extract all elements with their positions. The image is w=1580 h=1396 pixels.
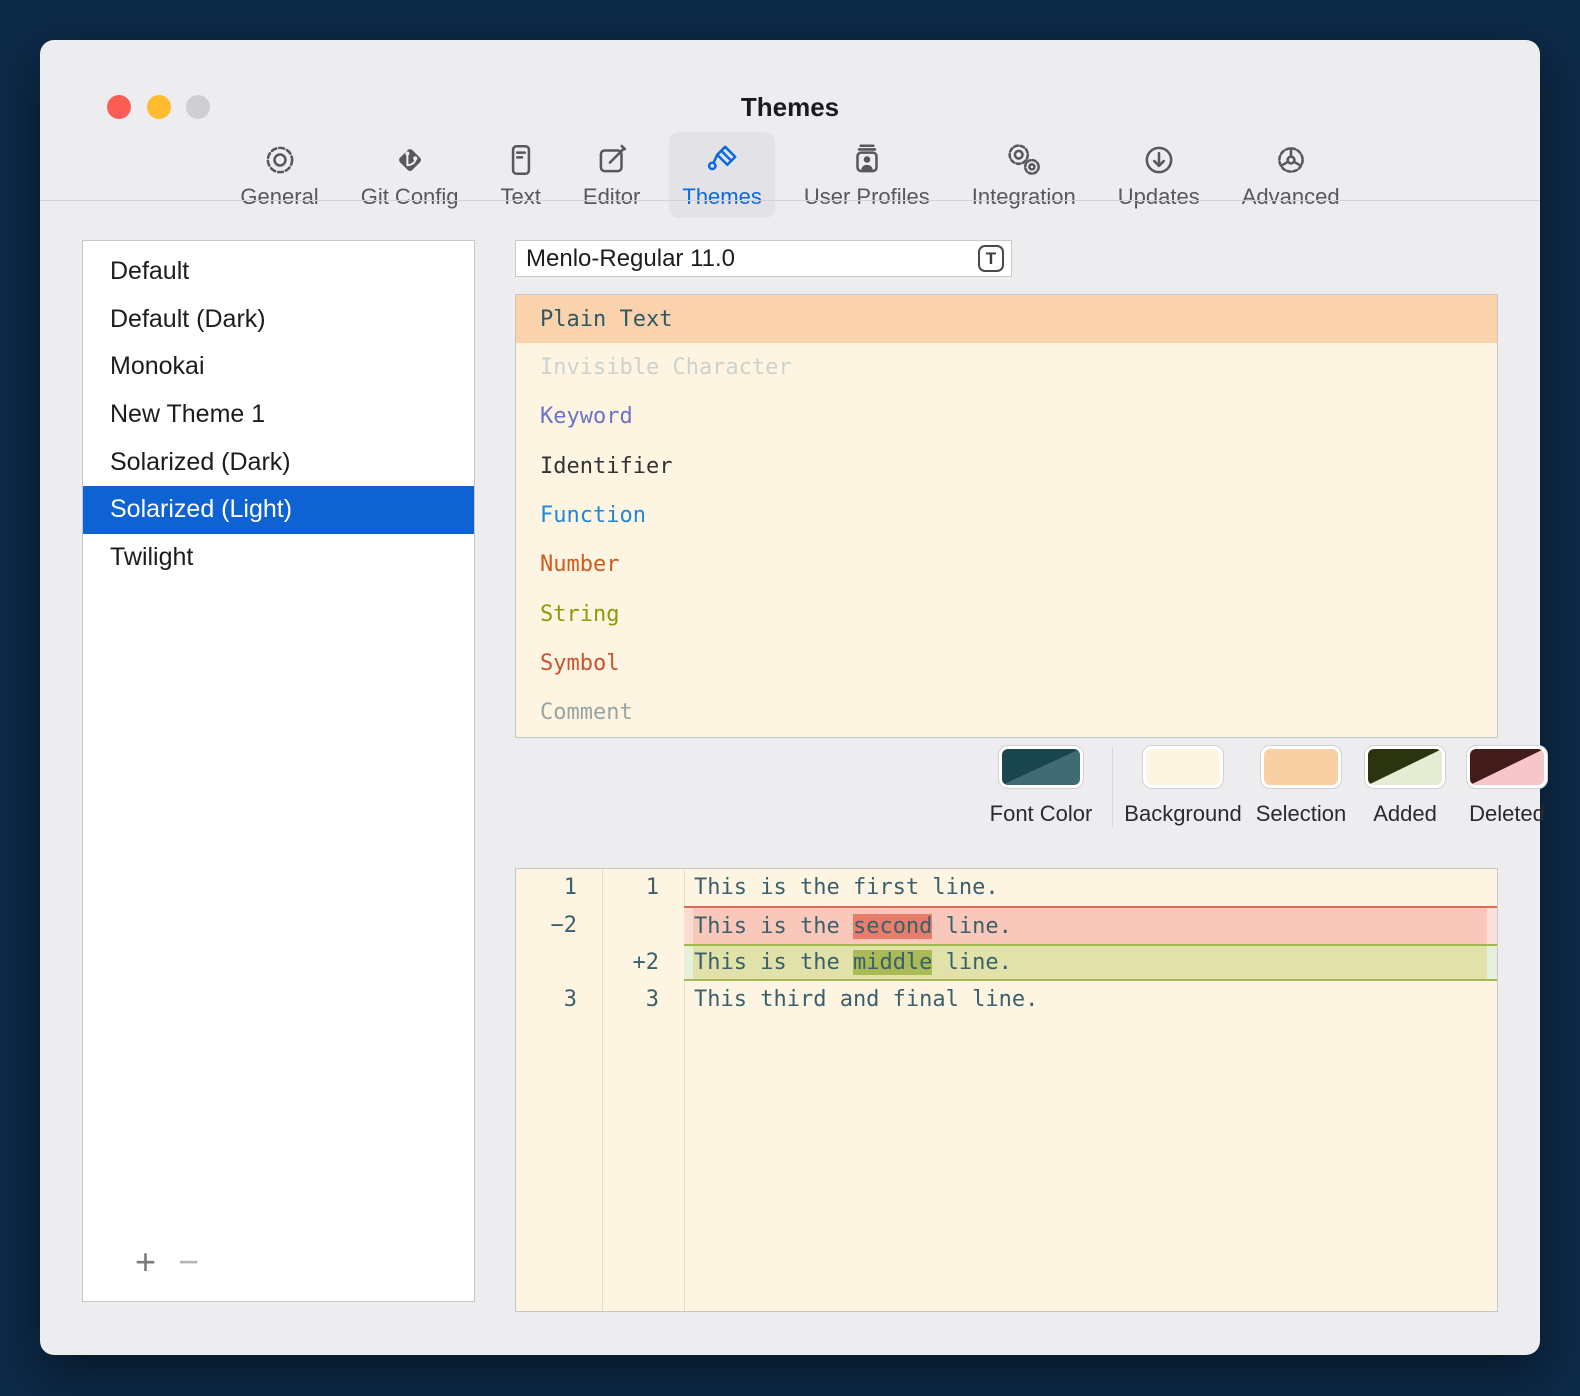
theme-item-default[interactable]: Default [83, 248, 474, 296]
tab-integration[interactable]: Integration [959, 132, 1089, 218]
tab-label: Integration [972, 184, 1076, 210]
tab-label: Git Config [361, 184, 459, 210]
swatch-label: Background [1124, 801, 1241, 827]
background-well[interactable] [1142, 745, 1224, 789]
editor-pencil-icon [593, 141, 631, 179]
theme-item-new-theme-1[interactable]: New Theme 1 [83, 391, 474, 439]
old-line-number: −2 [516, 913, 602, 938]
syntax-item-keyword[interactable]: Keyword [516, 392, 1497, 441]
tab-advanced[interactable]: Advanced [1229, 132, 1353, 218]
syntax-item-string[interactable]: String [516, 589, 1497, 638]
deleted-word-highlight: second [853, 914, 932, 939]
tab-label: General [240, 184, 318, 210]
new-line-number: +2 [602, 950, 684, 975]
diff-line-context: 3 3 This third and final line. [516, 981, 1497, 1018]
diff-line-text: This is the second line. [684, 906, 1497, 943]
theme-item-monokai[interactable]: Monokai [83, 343, 474, 391]
diff-preview: 1 1 This is the first line. −2 This is t… [515, 868, 1498, 1312]
theme-item-solarized-dark[interactable]: Solarized (Dark) [83, 438, 474, 486]
add-theme-button[interactable]: + [135, 1247, 156, 1277]
diff-line-text: This third and final line. [684, 981, 1497, 1018]
tab-label: User Profiles [804, 184, 930, 210]
paint-brush-icon [703, 141, 741, 179]
old-line-number: 3 [516, 987, 602, 1012]
git-diamond-icon [391, 141, 429, 179]
gear-icon [261, 141, 299, 179]
remove-theme-button[interactable]: − [178, 1247, 199, 1277]
theme-item-twilight[interactable]: Twilight [83, 534, 474, 582]
new-line-number: 3 [602, 987, 684, 1012]
syntax-item-identifier[interactable]: Identifier [516, 442, 1497, 491]
window-title: Themes [40, 92, 1540, 123]
added-word-highlight: middle [853, 950, 932, 975]
tab-label: Text [501, 184, 541, 210]
old-line-number: 1 [516, 875, 602, 900]
theme-item-default-dark[interactable]: Default (Dark) [83, 296, 474, 344]
preferences-toolbar: General Git Config Text Editor Themes [40, 132, 1540, 228]
syntax-item-plain-text[interactable]: Plain Text [516, 295, 1497, 343]
tab-label: Themes [682, 184, 761, 210]
syntax-preview: Plain Text Invisible Character Keyword I… [515, 294, 1498, 738]
tab-editor[interactable]: Editor [570, 132, 653, 218]
double-gear-icon [1005, 141, 1043, 179]
diff-line-text: This is the first line. [684, 869, 1497, 906]
diff-line-deleted: −2 This is the second line. [516, 906, 1497, 943]
tab-updates[interactable]: Updates [1105, 132, 1213, 218]
tab-label: Updates [1118, 184, 1200, 210]
advanced-gear-icon [1272, 141, 1310, 179]
syntax-item-symbol[interactable]: Symbol [516, 639, 1497, 688]
swatch-label: Added [1373, 801, 1437, 827]
syntax-item-function[interactable]: Function [516, 491, 1497, 540]
tab-label: Editor [583, 184, 640, 210]
tab-themes[interactable]: Themes [669, 132, 774, 218]
tab-user-profiles[interactable]: User Profiles [791, 132, 943, 218]
tab-git-config[interactable]: Git Config [348, 132, 472, 218]
diff-line-text: This is the middle line. [684, 944, 1497, 981]
tab-label: Advanced [1242, 184, 1340, 210]
text-document-icon [502, 141, 540, 179]
swatch-label: Font Color [990, 801, 1093, 827]
swatch-label: Deleted [1469, 801, 1545, 827]
deleted-swatch: Deleted [1432, 745, 1580, 827]
font-field-value: Menlo-Regular 11.0 [516, 245, 978, 273]
tab-text[interactable]: Text [488, 132, 554, 218]
font-field[interactable]: Menlo-Regular 11.0 T [515, 240, 1012, 277]
tab-general[interactable]: General [227, 132, 331, 218]
user-card-icon [848, 141, 886, 179]
preferences-window: Themes General Git Config Text Editor [40, 40, 1540, 1355]
diff-line-added: +2 This is the middle line. [516, 944, 1497, 981]
color-swatch-strip: Font Color Background Selection Added De… [515, 745, 1498, 845]
syntax-item-comment[interactable]: Comment [516, 688, 1497, 737]
font-picker-button[interactable]: T [978, 245, 1004, 272]
font-color-swatch: Font Color [966, 745, 1116, 827]
diff-line-context: 1 1 This is the first line. [516, 869, 1497, 906]
download-circle-icon [1140, 141, 1178, 179]
font-color-well[interactable] [998, 745, 1084, 789]
theme-item-solarized-light[interactable]: Solarized (Light) [83, 486, 474, 534]
syntax-item-invisible-character[interactable]: Invisible Character [516, 343, 1497, 392]
toolbar-divider [40, 200, 1540, 201]
deleted-well[interactable] [1466, 745, 1548, 789]
syntax-item-number[interactable]: Number [516, 540, 1497, 589]
theme-list: Default Default (Dark) Monokai New Theme… [82, 240, 475, 1302]
new-line-number: 1 [602, 875, 684, 900]
